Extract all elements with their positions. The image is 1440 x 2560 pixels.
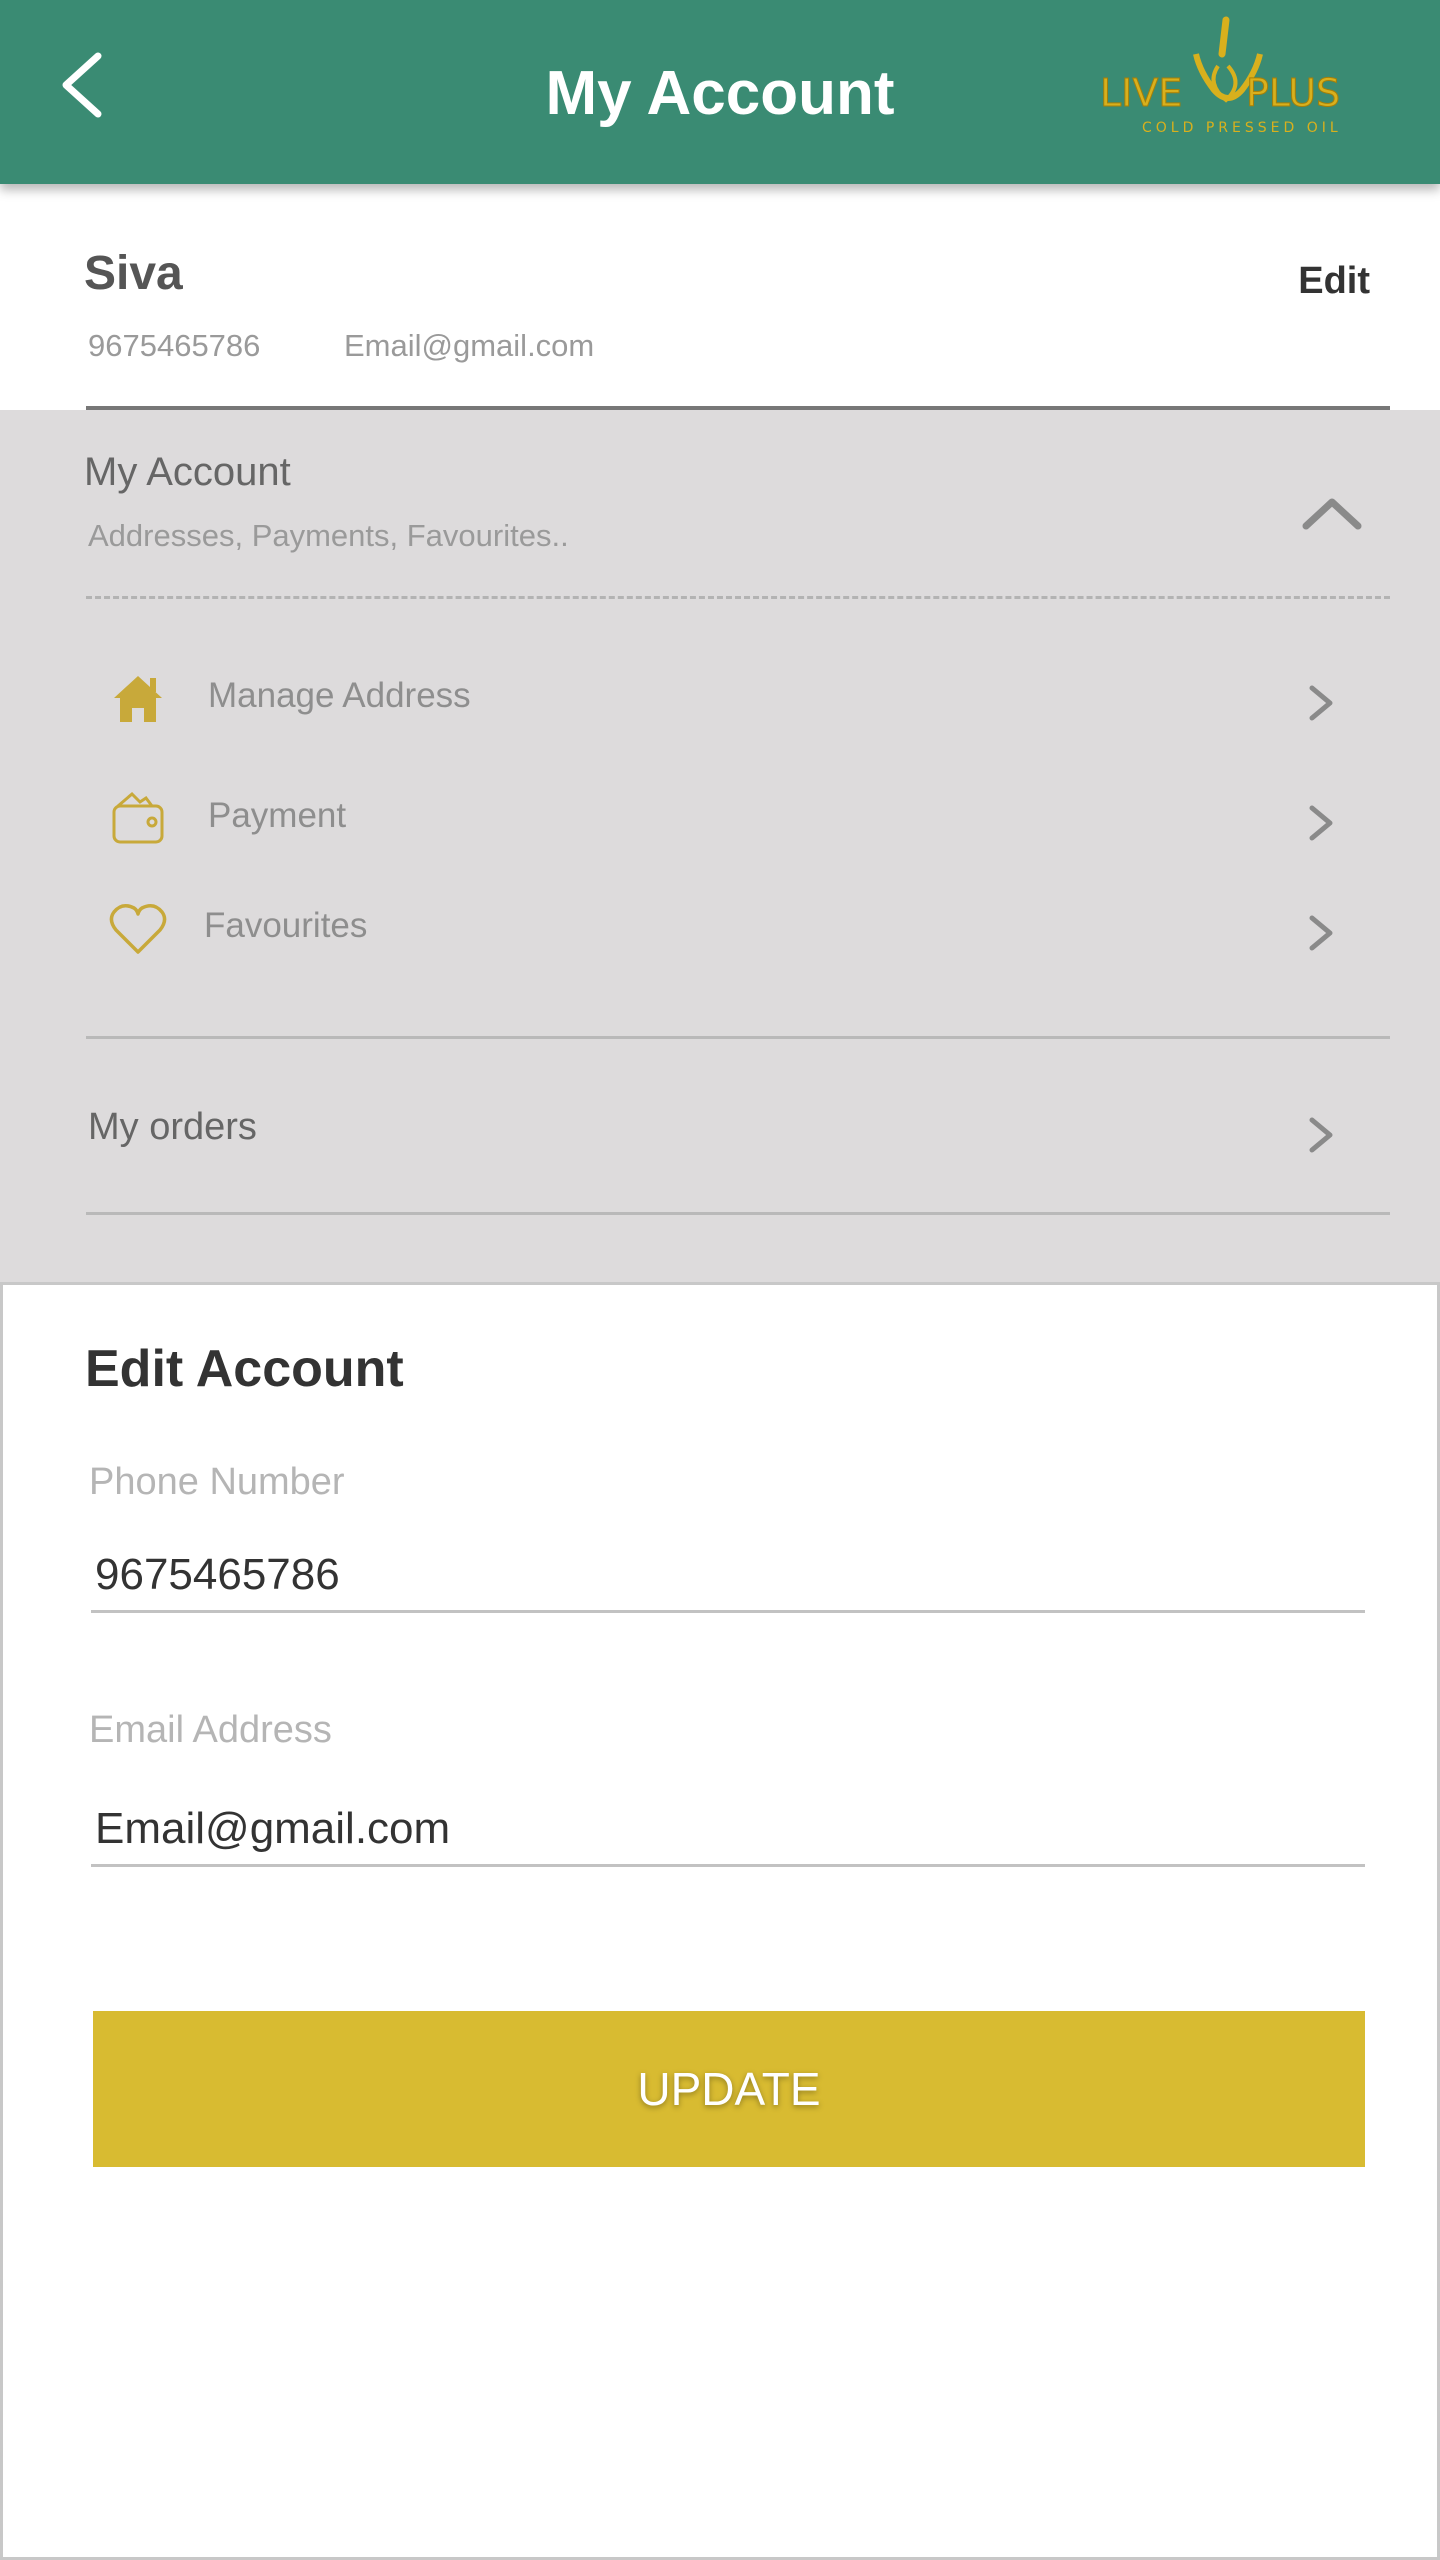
edit-profile-button[interactable]: Edit xyxy=(1298,260,1370,303)
home-icon xyxy=(106,668,170,728)
brand-logo: LIVE PLUS COLD PRESSED OIL xyxy=(1096,14,1346,146)
email-address-input[interactable] xyxy=(91,1793,1365,1867)
profile-name: Siva xyxy=(84,247,183,300)
logo-text-live: LIVE xyxy=(1100,71,1182,115)
divider xyxy=(86,1036,1390,1039)
update-button[interactable]: UPDATE xyxy=(93,2011,1365,2167)
logo-tagline: COLD PRESSED OIL xyxy=(1142,120,1342,136)
menu-item-payment[interactable]: Payment xyxy=(86,766,1390,866)
phone-number-input[interactable] xyxy=(91,1539,1365,1613)
heart-icon xyxy=(106,898,170,958)
logo-text-plus: PLUS xyxy=(1246,71,1340,115)
divider xyxy=(86,1212,1390,1215)
my-orders-link[interactable]: My orders xyxy=(88,1106,257,1149)
account-menu: My Account Addresses, Payments, Favourit… xyxy=(0,410,1440,1282)
chevron-right-icon xyxy=(1306,682,1336,724)
app-header: My Account LIVE PLUS COLD PRESSED OIL xyxy=(0,0,1440,184)
chevron-up-icon xyxy=(1302,498,1362,530)
menu-item-label: Favourites xyxy=(204,906,368,945)
menu-item-label: Manage Address xyxy=(208,676,471,715)
phone-number-label: Phone Number xyxy=(89,1461,345,1503)
menu-item-label: Payment xyxy=(208,796,347,835)
chevron-right-icon xyxy=(1306,912,1336,954)
collapse-toggle[interactable] xyxy=(1300,492,1364,532)
my-account-section-title[interactable]: My Account xyxy=(84,450,291,495)
profile-phone: 9675465786 xyxy=(88,328,261,363)
dashed-divider xyxy=(86,596,1390,599)
my-account-section-subtitle: Addresses, Payments, Favourites.. xyxy=(88,518,569,553)
email-address-label: Email Address xyxy=(89,1709,332,1751)
menu-item-favourites[interactable]: Favourites xyxy=(86,876,1390,976)
profile-card: Siva 9675465786 Email@gmail.com Edit xyxy=(0,184,1440,410)
edit-account-title: Edit Account xyxy=(85,1340,404,1398)
edit-account-panel: Edit Account Phone Number Email Address … xyxy=(0,1282,1440,2560)
chevron-right-icon xyxy=(1306,802,1336,844)
wallet-icon xyxy=(106,788,170,848)
profile-email: Email@gmail.com xyxy=(344,328,595,363)
menu-item-manage-address[interactable]: Manage Address xyxy=(86,646,1390,746)
chevron-right-icon[interactable] xyxy=(1306,1114,1336,1156)
